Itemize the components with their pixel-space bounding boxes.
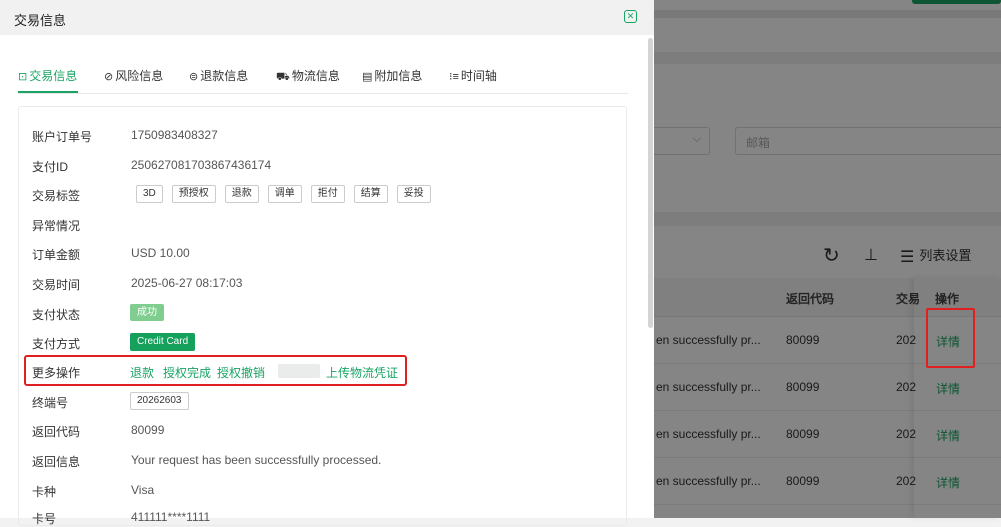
drawer-title: 交易信息 xyxy=(14,13,67,28)
tag-refund: 退款 xyxy=(224,185,259,203)
tag-retrieval: 调单 xyxy=(267,185,302,203)
field-label: 交易时间 xyxy=(32,278,81,292)
timeline-icon: ⁝≡ xyxy=(449,71,459,83)
account-order-no: 1750983408327 xyxy=(131,128,218,142)
field-label: 返回信息 xyxy=(32,455,81,469)
tab-timeline[interactable]: ⁝≡ 时间轴 xyxy=(449,67,497,84)
tab-label: 退款信息 xyxy=(200,69,249,83)
terminal-no: 20262603 xyxy=(130,392,189,410)
tab-label: 风险信息 xyxy=(115,69,164,83)
tag-delivered: 妥投 xyxy=(396,185,431,203)
tab-label: 时间轴 xyxy=(460,69,497,83)
truck-icon: ⛟ xyxy=(276,71,290,83)
refund-icon: ⊜ xyxy=(189,71,199,83)
close-icon[interactable]: ✕ xyxy=(624,10,637,23)
card-type: Visa xyxy=(131,483,155,497)
tab-bar: ⊡ 交易信息 ⊘ 风险信息 ⊜ 退款信息 ⛟ 物流信息 ▤ 附加信息 ⁝≡ 时间轴 xyxy=(18,60,628,94)
field-label: 支付ID xyxy=(32,160,69,174)
tab-transaction-info[interactable]: ⊡ 交易信息 xyxy=(18,67,77,84)
drawer-header: 交易信息 ✕ xyxy=(0,0,654,35)
tag-preauth: 预授权 xyxy=(171,185,216,203)
highlight-box-detail xyxy=(926,308,975,368)
field-label: 终端号 xyxy=(32,396,69,410)
highlight-box-more-ops xyxy=(24,355,407,386)
payment-id: 250627081703867436174 xyxy=(131,158,272,172)
order-amount: USD 10.00 xyxy=(131,246,190,260)
tab-label: 物流信息 xyxy=(291,69,340,83)
tag-3d: 3D xyxy=(136,185,163,203)
tab-logistics-info[interactable]: ⛟ 物流信息 xyxy=(276,67,340,85)
transaction-info-drawer: 交易信息 ✕ ⊡ 交易信息 ⊘ 风险信息 ⊜ 退款信息 ⛟ 物流信息 ▤ 附加信息 ⁝≡ 时… xyxy=(0,0,654,526)
return-message: Your request has been successfully proce… xyxy=(131,453,382,467)
status-badge: 成功 xyxy=(130,304,164,321)
field-label: 支付状态 xyxy=(32,308,81,322)
tab-risk-info[interactable]: ⊘ 风险信息 xyxy=(104,67,163,84)
tab-additional-info[interactable]: ▤ 附加信息 xyxy=(362,67,422,84)
tag-settled: 结算 xyxy=(353,185,388,203)
tab-label: 交易信息 xyxy=(29,69,78,83)
payment-method-badge: Credit Card xyxy=(130,333,196,351)
document-icon: ⊡ xyxy=(18,71,28,83)
tag-chargeback: 拒付 xyxy=(310,185,345,203)
field-label: 卡号 xyxy=(32,512,57,526)
field-label: 账户订单号 xyxy=(32,130,93,144)
return-code: 80099 xyxy=(131,423,165,437)
tab-label: 附加信息 xyxy=(374,69,423,83)
field-label: 异常情况 xyxy=(32,219,81,233)
field-label: 返回代码 xyxy=(32,425,81,439)
tx-time: 2025-06-27 08:17:03 xyxy=(131,276,243,290)
field-label: 支付方式 xyxy=(32,337,81,351)
tab-refund-info[interactable]: ⊜ 退款信息 xyxy=(189,67,248,84)
field-label: 交易标签 xyxy=(32,189,81,203)
card-number: 411111****1111 xyxy=(131,510,211,524)
field-label: 卡种 xyxy=(32,485,57,499)
scrollbar[interactable] xyxy=(648,38,653,328)
active-tab-indicator xyxy=(18,91,78,93)
shield-icon: ⊘ xyxy=(104,71,114,83)
field-label: 订单金额 xyxy=(32,248,81,262)
list-icon: ▤ xyxy=(362,71,373,83)
tx-tags: 3D 预授权 退款 调单 拒付 结算 妥投 xyxy=(136,185,440,203)
